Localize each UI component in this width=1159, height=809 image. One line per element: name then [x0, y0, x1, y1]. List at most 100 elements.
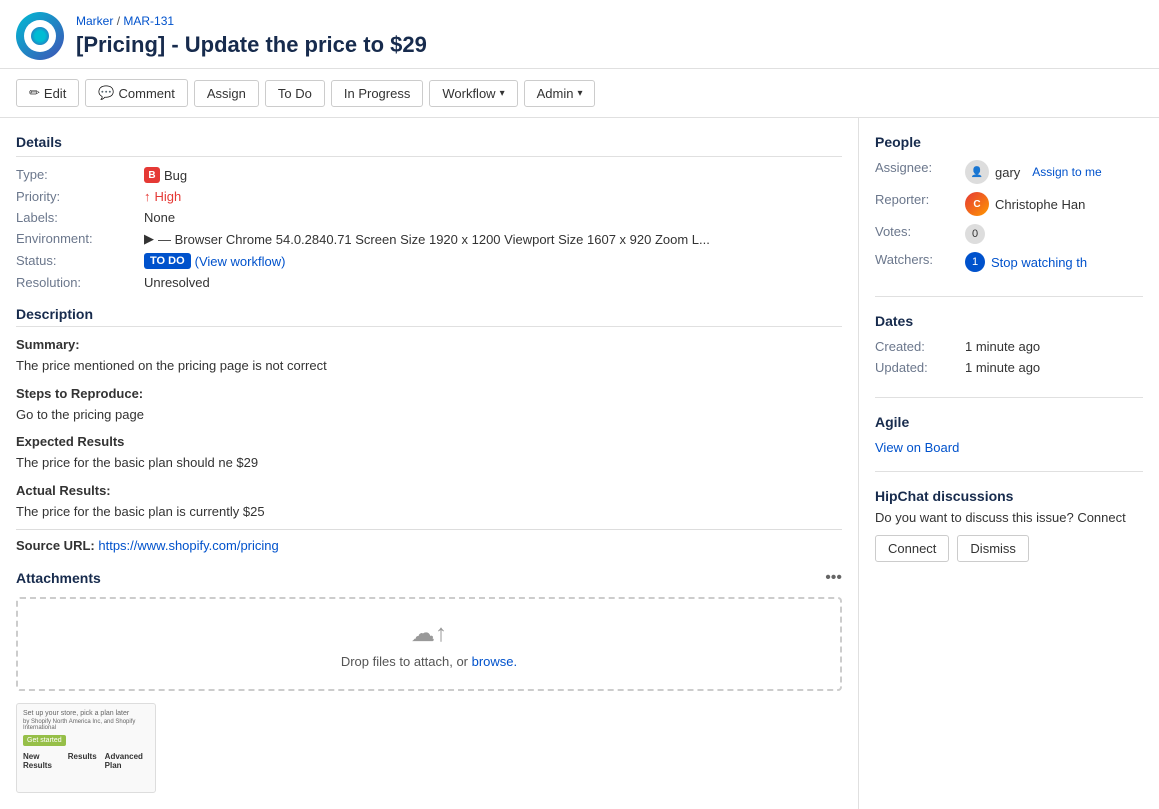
reporter-avatar: C: [965, 192, 989, 216]
bug-icon: B: [144, 167, 160, 183]
assignee-row: Assignee: 👤 gary Assign to me: [875, 160, 1143, 184]
details-section-title: Details: [16, 134, 842, 157]
agile-title: Agile: [875, 414, 1143, 430]
assignee-value: 👤 gary Assign to me: [965, 160, 1102, 184]
divider: [16, 529, 842, 530]
details-grid: Type: B Bug Priority: ↑ High Labels: Non…: [16, 167, 842, 290]
labels-value: None: [144, 210, 842, 225]
content-area: Details Type: B Bug Priority: ↑ High Lab…: [0, 118, 859, 809]
environment-label: Environment:: [16, 231, 136, 247]
summary-heading: Summary:: [16, 337, 842, 352]
comment-icon: 💬: [98, 85, 114, 101]
comment-button[interactable]: 💬 Comment: [85, 79, 188, 107]
summary-text: The price mentioned on the pricing page …: [16, 356, 842, 376]
dates-title: Dates: [875, 313, 1143, 329]
priority-up-icon: ↑: [144, 189, 151, 204]
assignee-label: Assignee:: [875, 160, 965, 175]
workflow-button[interactable]: Workflow: [429, 80, 517, 107]
hipchat-section: HipChat discussions Do you want to discu…: [875, 488, 1143, 578]
attachments-title: Attachments: [16, 570, 101, 586]
upload-icon: ☁↑: [38, 619, 820, 648]
view-workflow-link[interactable]: (View workflow): [195, 254, 286, 269]
browse-link[interactable]: browse.: [472, 654, 518, 669]
updated-value: 1 minute ago: [965, 360, 1040, 375]
people-title: People: [875, 134, 1143, 150]
view-on-board-link[interactable]: View on Board: [875, 440, 959, 455]
in-progress-button[interactable]: In Progress: [331, 80, 423, 107]
assign-to-me-link[interactable]: Assign to me: [1032, 165, 1101, 179]
source-label: Source URL:: [16, 538, 95, 553]
created-row: Created: 1 minute ago: [875, 339, 1143, 354]
watchers-value: 1 Stop watching th: [965, 252, 1087, 272]
attachments-header: Attachments •••: [16, 569, 842, 587]
hipchat-text: Do you want to discuss this issue? Conne…: [875, 510, 1143, 525]
updated-label: Updated:: [875, 360, 965, 375]
app-logo: [16, 12, 64, 60]
attachments-section: Attachments ••• ☁↑ Drop files to attach,…: [16, 569, 842, 793]
attachments-thumbnails: Set up your store, pick a plan later by …: [16, 703, 842, 793]
steps-heading: Steps to Reproduce:: [16, 386, 842, 401]
actual-heading: Actual Results:: [16, 483, 842, 498]
expected-text: The price for the basic plan should ne $…: [16, 453, 842, 473]
thumb-num-1: New Results: [23, 752, 60, 770]
issue-title: [Pricing] - Update the price to $29: [76, 32, 427, 58]
resolution-value: Unresolved: [144, 275, 842, 290]
admin-button[interactable]: Admin: [524, 80, 596, 107]
agile-section: Agile View on Board: [875, 414, 1143, 472]
created-value: 1 minute ago: [965, 339, 1040, 354]
breadcrumb-issue-id[interactable]: MAR-131: [123, 14, 174, 28]
more-options-icon[interactable]: •••: [825, 569, 842, 587]
priority-value: ↑ High: [144, 189, 842, 204]
source-url-row: Source URL: https://www.shopify.com/pric…: [16, 538, 842, 553]
hipchat-connect-button[interactable]: Connect: [875, 535, 949, 562]
reporter-label: Reporter:: [875, 192, 965, 207]
drop-zone[interactable]: ☁↑ Drop files to attach, or browse.: [16, 597, 842, 691]
created-label: Created:: [875, 339, 965, 354]
hipchat-dismiss-button[interactable]: Dismiss: [957, 535, 1029, 562]
watchers-row: Watchers: 1 Stop watching th: [875, 252, 1143, 272]
main-layout: Details Type: B Bug Priority: ↑ High Lab…: [0, 118, 1159, 809]
watchers-badge: 1: [965, 252, 985, 272]
votes-row: Votes: 0: [875, 224, 1143, 244]
sidebar: People Assignee: 👤 gary Assign to me Rep…: [859, 118, 1159, 809]
resolution-label: Resolution:: [16, 275, 136, 290]
priority-label: Priority:: [16, 189, 136, 204]
dates-section: Dates Created: 1 minute ago Updated: 1 m…: [875, 313, 1143, 398]
assignee-avatar: 👤: [965, 160, 989, 184]
breadcrumb-app[interactable]: Marker: [76, 14, 113, 28]
issue-header: Marker / MAR-131 [Pricing] - Update the …: [0, 0, 1159, 69]
assign-button[interactable]: Assign: [194, 80, 259, 107]
type-label: Type:: [16, 167, 136, 183]
expected-heading: Expected Results: [16, 434, 842, 449]
hipchat-buttons: Connect Dismiss: [875, 535, 1143, 562]
votes-label: Votes:: [875, 224, 965, 239]
breadcrumb: Marker / MAR-131: [76, 14, 427, 28]
votes-value: 0: [965, 224, 985, 244]
edit-icon: ✏: [29, 85, 40, 101]
drop-zone-text: Drop files to attach, or browse.: [38, 654, 820, 669]
thumb-num-2: Results: [68, 752, 97, 770]
status-badge: TO DO: [144, 253, 191, 269]
steps-text: Go to the pricing page: [16, 405, 842, 425]
updated-row: Updated: 1 minute ago: [875, 360, 1143, 375]
chevron-right-icon: ▶: [144, 231, 154, 247]
reporter-row: Reporter: C Christophe Han: [875, 192, 1143, 216]
header-text: Marker / MAR-131 [Pricing] - Update the …: [76, 14, 427, 58]
thumbnail-content: Set up your store, pick a plan later by …: [17, 704, 155, 792]
actual-text: The price for the basic plan is currentl…: [16, 502, 842, 522]
thumb-num-3: Advanced Plan: [105, 752, 149, 770]
hipchat-title: HipChat discussions: [875, 488, 1143, 504]
status-label: Status:: [16, 253, 136, 269]
edit-button[interactable]: ✏ Edit: [16, 79, 79, 107]
environment-value: ▶ — Browser Chrome 54.0.2840.71 Screen S…: [144, 231, 842, 247]
type-value: B Bug: [144, 167, 842, 183]
attachment-thumbnail[interactable]: Set up your store, pick a plan later by …: [16, 703, 156, 793]
todo-button[interactable]: To Do: [265, 80, 325, 107]
status-value: TO DO (View workflow): [144, 253, 842, 269]
toolbar: ✏ Edit 💬 Comment Assign To Do In Progres…: [0, 69, 1159, 118]
app-logo-inner: [24, 20, 56, 52]
reporter-value: C Christophe Han: [965, 192, 1085, 216]
stop-watching-link[interactable]: Stop watching th: [991, 255, 1087, 270]
source-url-link[interactable]: https://www.shopify.com/pricing: [98, 538, 278, 553]
watchers-label: Watchers:: [875, 252, 965, 267]
